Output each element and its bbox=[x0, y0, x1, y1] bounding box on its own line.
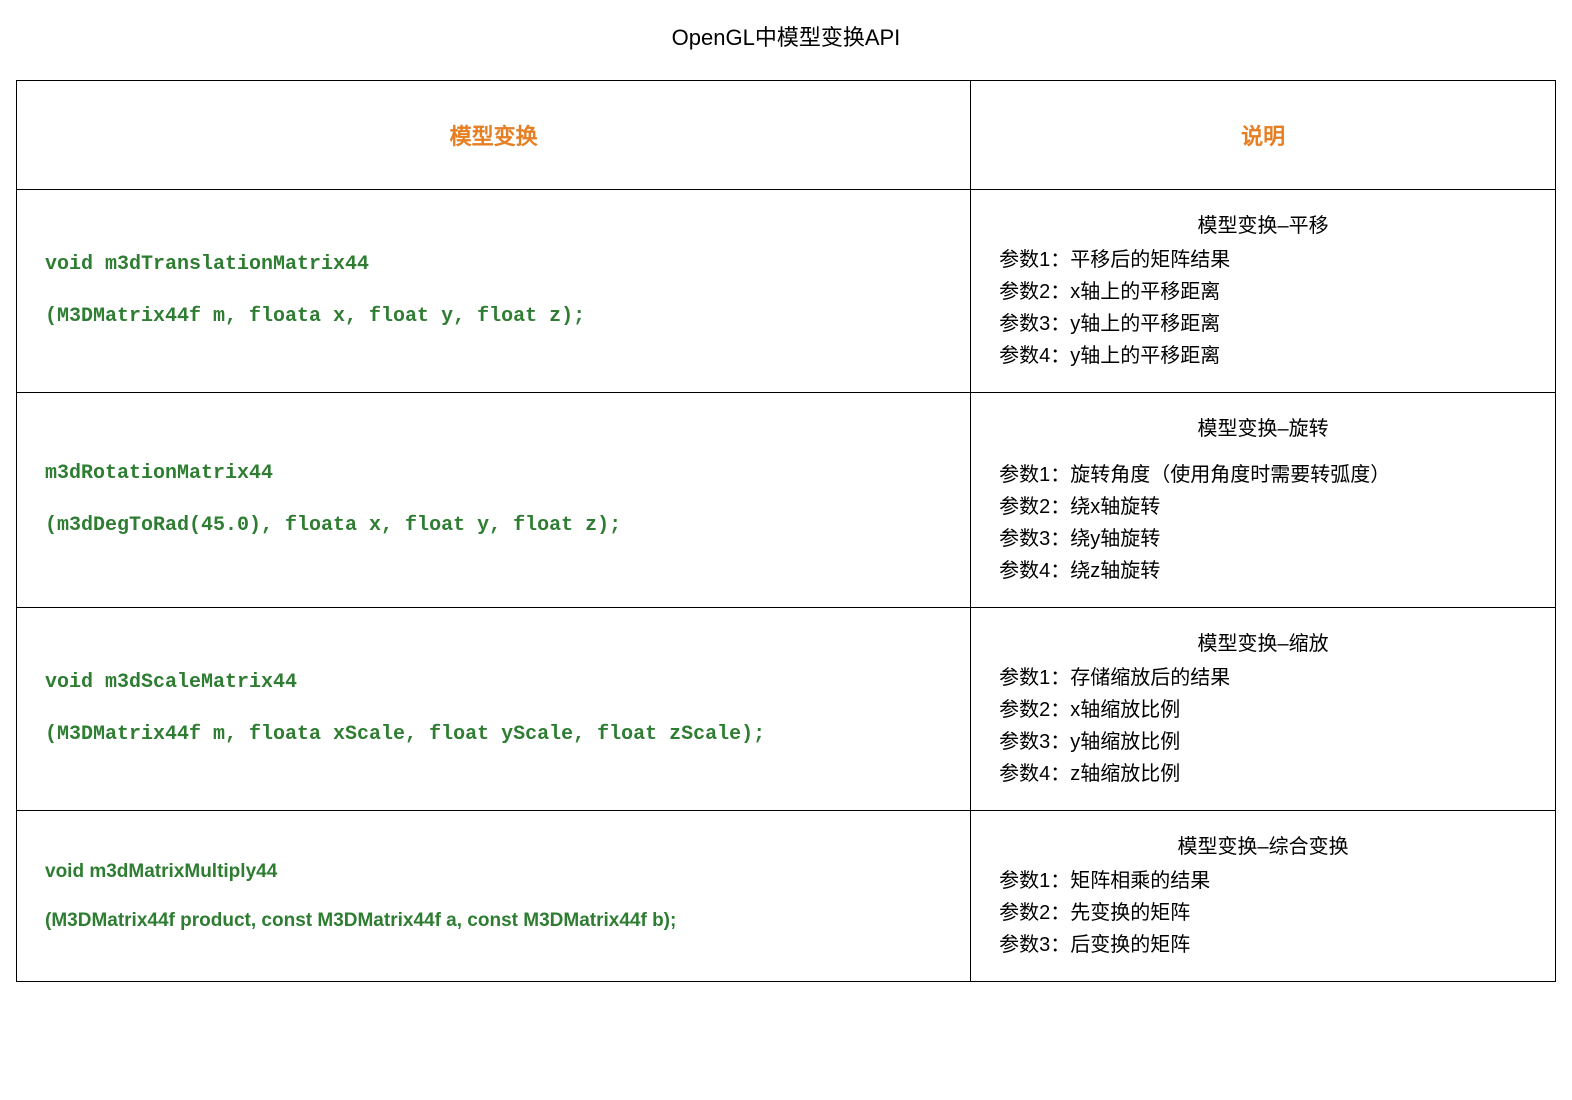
api-signature-line: void m3dTranslationMatrix44 bbox=[45, 239, 942, 291]
desc-cell: 模型变换–缩放参数1：存储缩放后的结果参数2：x轴缩放比例参数3：y轴缩放比例参… bbox=[971, 608, 1556, 811]
api-signature-line: void m3dScaleMatrix44 bbox=[45, 657, 942, 709]
table-row: void m3dMatrixMultiply44(M3DMatrix44f pr… bbox=[17, 811, 1556, 982]
api-signature-line: m3dRotationMatrix44 bbox=[45, 448, 942, 500]
api-signature-line: (M3DMatrix44f product, const M3DMatrix44… bbox=[45, 896, 942, 945]
desc-heading: 模型变换–平移 bbox=[999, 210, 1527, 242]
desc-cell: 模型变换–旋转参数1：旋转角度（使用角度时需要转弧度）参数2：绕x轴旋转参数3：… bbox=[971, 393, 1556, 608]
table-row: void m3dTranslationMatrix44(M3DMatrix44f… bbox=[17, 190, 1556, 393]
desc-param-line: 参数4：绕z轴旋转 bbox=[999, 555, 1527, 587]
page-title: OpenGL中模型变换API bbox=[16, 20, 1556, 52]
header-api: 模型变换 bbox=[17, 81, 971, 190]
api-signature-line: (M3DMatrix44f m, floata x, float y, floa… bbox=[45, 291, 942, 343]
desc-param-line: 参数1：旋转角度（使用角度时需要转弧度） bbox=[999, 459, 1527, 491]
desc-param-line: 参数2：x轴上的平移距离 bbox=[999, 276, 1527, 308]
desc-cell: 模型变换–综合变换参数1：矩阵相乘的结果参数2：先变换的矩阵参数3：后变换的矩阵 bbox=[971, 811, 1556, 982]
desc-param-line: 参数2：先变换的矩阵 bbox=[999, 897, 1527, 929]
desc-param-line: 参数3：y轴上的平移距离 bbox=[999, 308, 1527, 340]
desc-cell: 模型变换–平移参数1：平移后的矩阵结果参数2：x轴上的平移距离参数3：y轴上的平… bbox=[971, 190, 1556, 393]
header-desc: 说明 bbox=[971, 81, 1556, 190]
table-header-row: 模型变换 说明 bbox=[17, 81, 1556, 190]
desc-param-line: 参数3：后变换的矩阵 bbox=[999, 929, 1527, 961]
desc-param-line: 参数3：y轴缩放比例 bbox=[999, 726, 1527, 758]
desc-heading: 模型变换–缩放 bbox=[999, 628, 1527, 660]
spacer bbox=[999, 447, 1527, 459]
api-cell: void m3dTranslationMatrix44(M3DMatrix44f… bbox=[17, 190, 971, 393]
desc-param-line: 参数1：矩阵相乘的结果 bbox=[999, 865, 1527, 897]
api-signature-line: void m3dMatrixMultiply44 bbox=[45, 847, 942, 896]
api-cell: m3dRotationMatrix44(m3dDegToRad(45.0), f… bbox=[17, 393, 971, 608]
api-signature-line: (M3DMatrix44f m, floata xScale, float yS… bbox=[45, 709, 942, 761]
desc-param-line: 参数4：y轴上的平移距离 bbox=[999, 340, 1527, 372]
desc-param-line: 参数2：绕x轴旋转 bbox=[999, 491, 1527, 523]
desc-param-line: 参数3：绕y轴旋转 bbox=[999, 523, 1527, 555]
api-cell: void m3dScaleMatrix44(M3DMatrix44f m, fl… bbox=[17, 608, 971, 811]
api-signature-line: (m3dDegToRad(45.0), floata x, float y, f… bbox=[45, 500, 942, 552]
desc-heading: 模型变换–综合变换 bbox=[999, 831, 1527, 863]
table-row: void m3dScaleMatrix44(M3DMatrix44f m, fl… bbox=[17, 608, 1556, 811]
desc-param-line: 参数1：平移后的矩阵结果 bbox=[999, 244, 1527, 276]
desc-heading: 模型变换–旋转 bbox=[999, 413, 1527, 445]
table-row: m3dRotationMatrix44(m3dDegToRad(45.0), f… bbox=[17, 393, 1556, 608]
desc-param-line: 参数4：z轴缩放比例 bbox=[999, 758, 1527, 790]
api-table: 模型变换 说明 void m3dTranslationMatrix44(M3DM… bbox=[16, 80, 1556, 982]
desc-param-line: 参数2：x轴缩放比例 bbox=[999, 694, 1527, 726]
api-cell: void m3dMatrixMultiply44(M3DMatrix44f pr… bbox=[17, 811, 971, 982]
desc-param-line: 参数1：存储缩放后的结果 bbox=[999, 662, 1527, 694]
